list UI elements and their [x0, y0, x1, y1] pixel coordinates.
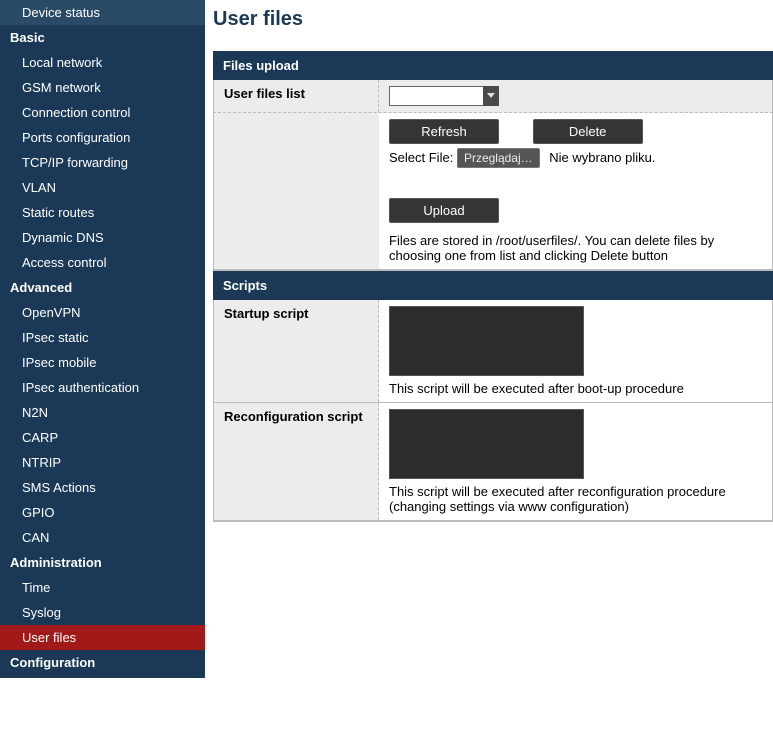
- user-files-list-label: User files list: [214, 80, 379, 112]
- select-file-label: Select File:: [389, 150, 453, 165]
- sidebar-item-vlan[interactable]: VLAN: [0, 175, 205, 200]
- sidebar-item-ntrip[interactable]: NTRIP: [0, 450, 205, 475]
- scripts-header: Scripts: [213, 271, 773, 300]
- delete-button[interactable]: Delete: [533, 119, 643, 144]
- sidebar-header: Advanced: [0, 275, 205, 300]
- sidebar-item-carp[interactable]: CARP: [0, 425, 205, 450]
- sidebar-item-device-status[interactable]: Device status: [0, 0, 205, 25]
- sidebar-item-ipsec-auth[interactable]: IPsec authentication: [0, 375, 205, 400]
- reconfig-script-label: Reconfiguration script: [214, 403, 379, 520]
- sidebar-item-n2n[interactable]: N2N: [0, 400, 205, 425]
- sidebar-item-sms-actions[interactable]: SMS Actions: [0, 475, 205, 500]
- sidebar-item-user-files[interactable]: User files: [0, 625, 205, 650]
- sidebar-item-connection-control[interactable]: Connection control: [0, 100, 205, 125]
- sidebar-item-ports-configuration[interactable]: Ports configuration: [0, 125, 205, 150]
- sidebar: Device status BasicLocal networkGSM netw…: [0, 0, 205, 678]
- sidebar-item-gsm-network[interactable]: GSM network: [0, 75, 205, 100]
- startup-script-input[interactable]: [389, 306, 584, 376]
- sidebar-item-access-control[interactable]: Access control: [0, 250, 205, 275]
- reconfig-script-desc: This script will be executed after recon…: [389, 484, 762, 514]
- sidebar-item-gpio[interactable]: GPIO: [0, 500, 205, 525]
- no-file-label: Nie wybrano pliku.: [549, 150, 655, 165]
- sidebar-item-dynamic-dns[interactable]: Dynamic DNS: [0, 225, 205, 250]
- sidebar-item-ipsec-static[interactable]: IPsec static: [0, 325, 205, 350]
- sidebar-item-local-network[interactable]: Local network: [0, 50, 205, 75]
- main-content: User files Files upload User files list …: [205, 0, 773, 678]
- startup-script-desc: This script will be executed after boot-…: [389, 381, 762, 396]
- browse-button[interactable]: Przeglądaj…: [457, 148, 540, 168]
- files-upload-header: Files upload: [213, 51, 773, 80]
- sidebar-item-syslog[interactable]: Syslog: [0, 600, 205, 625]
- sidebar-item-backup-restore[interactable]: Backup and restore: [0, 675, 205, 700]
- user-files-select[interactable]: [389, 86, 499, 106]
- upload-button[interactable]: Upload: [389, 198, 499, 223]
- sidebar-item-static-routes[interactable]: Static routes: [0, 200, 205, 225]
- sidebar-item-discard-changes[interactable]: Discard changes: [0, 700, 205, 725]
- sidebar-item-tcpip-forwarding[interactable]: TCP/IP forwarding: [0, 150, 205, 175]
- reconfig-script-input[interactable]: [389, 409, 584, 479]
- sidebar-header: Administration: [0, 550, 205, 575]
- sidebar-header: Basic: [0, 25, 205, 50]
- startup-script-label: Startup script: [214, 300, 379, 402]
- page-title: User files: [213, 0, 773, 51]
- sidebar-item-can[interactable]: CAN: [0, 525, 205, 550]
- sidebar-item-openvpn[interactable]: OpenVPN: [0, 300, 205, 325]
- refresh-button[interactable]: Refresh: [389, 119, 499, 144]
- sidebar-item-save-settings[interactable]: Save settings: [0, 725, 205, 750]
- sidebar-item-ipsec-mobile[interactable]: IPsec mobile: [0, 350, 205, 375]
- sidebar-header: Configuration: [0, 650, 205, 675]
- upload-info-text: Files are stored in /root/userfiles/. Yo…: [389, 233, 762, 263]
- sidebar-item-time[interactable]: Time: [0, 575, 205, 600]
